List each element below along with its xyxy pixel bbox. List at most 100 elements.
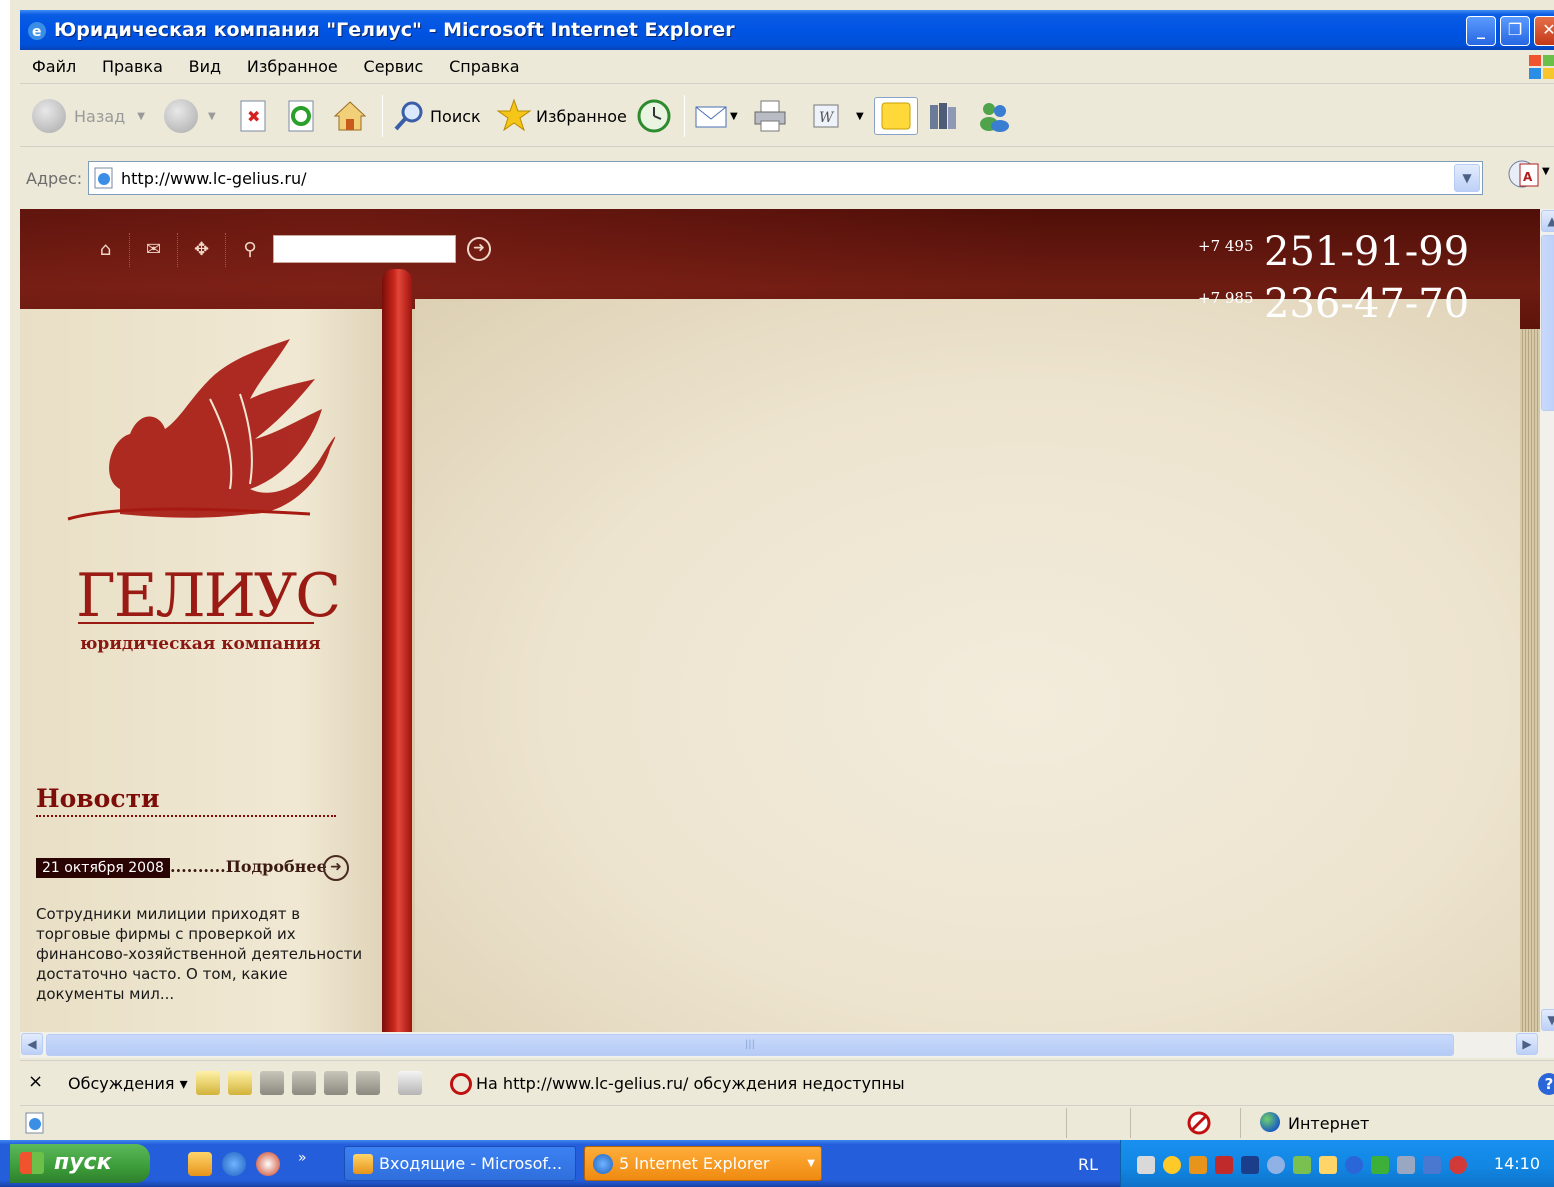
discussion-expand-icon[interactable] (260, 1071, 284, 1095)
minimize-button[interactable]: _ (1466, 16, 1496, 46)
quicklaunch-outlook-icon[interactable] (188, 1152, 212, 1176)
title-bar[interactable]: e Юридическая компания "Гелиус" - Micros… (20, 10, 1554, 50)
printer-icon (754, 100, 786, 132)
svg-text:▼: ▼ (1542, 166, 1550, 177)
discussion-prev-icon[interactable] (324, 1071, 348, 1095)
stop-button[interactable]: ✖ (238, 97, 268, 135)
book-right-page (415, 299, 1520, 1032)
phone-number: 236-47-70 (1264, 281, 1470, 327)
address-url: http://www.lc-gelius.ru/ (121, 169, 307, 188)
tray-monitor-icon[interactable] (1371, 1156, 1389, 1174)
tray-app-icon[interactable] (1215, 1156, 1233, 1174)
quicklaunch-media-icon[interactable] (256, 1152, 280, 1176)
discussion-panel-icon[interactable] (398, 1071, 422, 1095)
tray-schedule-icon[interactable] (1319, 1156, 1337, 1174)
forward-button[interactable]: ▼ (164, 97, 216, 135)
svg-text:A: A (1523, 170, 1533, 184)
back-label: Назад (74, 106, 126, 126)
news-more-link[interactable]: ..........Подробнее (170, 857, 327, 876)
tray-outlook-icon[interactable] (1189, 1156, 1207, 1174)
brand-name: ГЕЛИУС (76, 561, 341, 631)
tray-sound-icon[interactable] (1267, 1156, 1285, 1174)
outlook-task-icon (353, 1154, 373, 1174)
search-button[interactable]: Поиск (392, 97, 481, 135)
tray-activity-icon[interactable] (1345, 1156, 1363, 1174)
back-button[interactable]: Назад ▼ (32, 97, 145, 135)
menu-favorites[interactable]: Избранное (235, 50, 347, 76)
page-status-icon (25, 1112, 44, 1134)
research-button[interactable] (926, 97, 960, 135)
discussions-close-button[interactable]: × (28, 1071, 43, 1092)
forward-arrow-icon (164, 99, 198, 133)
print-button[interactable] (752, 97, 788, 135)
refresh-button[interactable] (286, 97, 316, 135)
quicklaunch-more-icon[interactable]: » (298, 1150, 307, 1166)
scroll-right-icon[interactable]: ▶ (1516, 1033, 1538, 1055)
security-zone-label: Интернет (1288, 1114, 1370, 1133)
sticky-note-icon (881, 102, 911, 130)
favorites-button[interactable]: Избранное (496, 97, 627, 135)
site-home-icon[interactable]: ⌂ (82, 233, 130, 267)
restore-button[interactable]: ❐ (1500, 16, 1530, 46)
site-search-go-icon[interactable]: ➜ (467, 237, 491, 261)
language-indicator[interactable]: RL (1078, 1155, 1098, 1174)
discussions-message: На http://www.lc-gelius.ru/ обсуждения н… (476, 1074, 905, 1093)
phone-row: +7 985 236-47-70 (1198, 283, 1469, 335)
quicklaunch-ie-icon[interactable] (222, 1152, 246, 1176)
menu-edit[interactable]: Правка (90, 50, 172, 76)
home-icon (333, 101, 367, 131)
popup-blocker-icon[interactable] (1186, 1110, 1212, 1136)
task-internet-explorer[interactable]: 5 Internet Explorer ▼ (584, 1146, 822, 1181)
menu-tools[interactable]: Сервис (352, 50, 433, 76)
task-outlook[interactable]: Входящие - Microsof... (344, 1146, 576, 1181)
edit-word-button[interactable]: W ▼ (812, 97, 864, 135)
scroll-up-icon[interactable]: ▲ (1541, 210, 1554, 232)
tray-network-icon[interactable] (1137, 1156, 1155, 1174)
tray-player-icon[interactable] (1241, 1156, 1259, 1174)
menu-bar: Файл Правка Вид Избранное Сервис Справка (20, 50, 1554, 84)
tray-update-icon[interactable] (1293, 1156, 1311, 1174)
svg-text:e: e (32, 24, 42, 40)
home-button[interactable] (332, 97, 368, 135)
discussion-reply-icon[interactable] (228, 1071, 252, 1095)
pdf-convert-icon[interactable]: A ▼ (1506, 154, 1550, 198)
clock[interactable]: 14:10 (1494, 1154, 1540, 1173)
tray-shield-icon[interactable] (1163, 1156, 1181, 1174)
tray-display-icon[interactable] (1423, 1156, 1441, 1174)
note-button[interactable] (874, 97, 918, 135)
help-icon[interactable]: ? (1538, 1073, 1554, 1095)
discussion-next-icon[interactable] (356, 1071, 380, 1095)
phone-code: +7 985 (1198, 289, 1254, 307)
menu-help[interactable]: Справка (437, 50, 529, 76)
horizontal-scrollbar[interactable]: ◀ ||| ▶ (20, 1032, 1554, 1058)
site-sitemap-icon[interactable]: ✥ (178, 233, 226, 267)
news-heading: Новости (36, 784, 336, 817)
tray-calendar-icon[interactable] (1397, 1156, 1415, 1174)
close-button[interactable]: ✕ (1534, 16, 1554, 46)
start-label: пуск (54, 1150, 112, 1175)
discussions-menu[interactable]: Обсуждения ▾ (68, 1074, 188, 1093)
messenger-button[interactable] (976, 97, 1012, 135)
mail-button[interactable]: ▼ (694, 97, 738, 135)
scroll-down-icon[interactable]: ▼ (1541, 1009, 1554, 1031)
discussion-new-icon[interactable] (196, 1071, 220, 1095)
discussion-collapse-icon[interactable] (292, 1071, 316, 1095)
start-button[interactable]: пуск (10, 1144, 150, 1183)
site-mail-icon[interactable]: ✉ (130, 233, 178, 267)
vertical-scrollbar[interactable]: ▲ ▼ (1540, 209, 1554, 1032)
task-label: Входящие - Microsof... (379, 1154, 563, 1173)
address-field[interactable]: http://www.lc-gelius.ru/ ▼ (88, 161, 1483, 195)
tray-connection-icon[interactable] (1449, 1156, 1467, 1174)
history-button[interactable] (636, 97, 672, 135)
address-dropdown-icon[interactable]: ▼ (1454, 164, 1480, 192)
menu-view[interactable]: Вид (177, 50, 230, 76)
scroll-left-icon[interactable]: ◀ (21, 1033, 43, 1055)
menu-file[interactable]: Файл (20, 50, 85, 76)
griffin-logo-icon[interactable] (60, 339, 340, 539)
vertical-scroll-thumb[interactable] (1541, 235, 1554, 411)
news-more-arrow-icon[interactable]: ➜ (323, 855, 349, 881)
site-search-icon[interactable]: ⚲ (226, 233, 274, 267)
horizontal-scroll-thumb[interactable]: ||| (46, 1034, 1454, 1056)
favorites-label: Избранное (536, 106, 627, 126)
site-search-input[interactable] (273, 235, 456, 263)
